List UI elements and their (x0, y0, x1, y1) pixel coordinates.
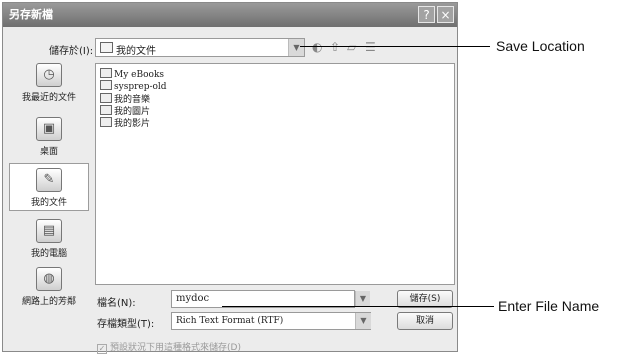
save-location-annotation: Save Location (496, 38, 585, 54)
place-recent[interactable]: ◷ 我最近的文件 (9, 63, 89, 113)
save-in-value: 我的文件 (116, 46, 156, 57)
close-button[interactable]: × (437, 6, 454, 23)
chevron-down-icon[interactable]: ▼ (355, 313, 371, 329)
save-location-callout-line (300, 46, 490, 47)
network-icon: ◍ (36, 267, 62, 291)
default-format-checkbox: ✓ 預設狀況下用這種格式來儲存(D) (97, 343, 241, 354)
desktop-icon: ▣ (36, 117, 62, 141)
place-label: 我的電腦 (30, 249, 67, 259)
pictures-folder-icon (100, 105, 112, 115)
filename-callout-line (222, 306, 494, 307)
list-item[interactable]: 我的音樂 (100, 92, 150, 105)
music-folder-icon (100, 93, 112, 103)
place-my-computer[interactable]: ▤ 我的電腦 (9, 219, 89, 265)
list-item[interactable]: 我的圖片 (100, 104, 150, 117)
place-label: 桌面 (39, 147, 58, 157)
list-item[interactable]: sysprep-old (100, 80, 167, 92)
enter-file-name-annotation: Enter File Name (498, 298, 600, 314)
save-in-dropdown[interactable]: 我的文件 ▼ (95, 38, 305, 57)
folder-icon (100, 42, 113, 53)
places-bar: ◷ 我最近的文件 ▣ 桌面 ✎ 我的文件 ▤ 我的電腦 ◍ 網路上的芳鄰 (9, 63, 89, 333)
checkmark-icon: ✓ (97, 344, 107, 354)
help-button[interactable]: ? (418, 6, 435, 23)
save-in-label: 儲存於(I): (49, 46, 94, 57)
place-my-documents[interactable]: ✎ 我的文件 (9, 163, 89, 211)
save-as-dialog: 另存新檔 ? × 儲存於(I): 我的文件 ▼ ◐ ⇧ ▱ ☰ ◷ 我最近的文件… (2, 2, 458, 354)
list-item[interactable]: 我的影片 (100, 116, 150, 129)
new-folder-icon[interactable]: ▱ (347, 40, 356, 54)
folder-icon (100, 80, 112, 90)
list-item[interactable]: My eBooks (100, 68, 164, 80)
place-label: 我最近的文件 (21, 93, 76, 103)
chevron-down-icon[interactable]: ▼ (355, 291, 370, 307)
filetype-label: 存檔類型(T): (97, 319, 155, 330)
file-list[interactable]: My eBooks sysprep-old 我的音樂 我的圖片 我的影片 (95, 63, 455, 285)
views-menu-icon[interactable]: ☰ (365, 40, 376, 54)
up-folder-icon[interactable]: ⇧ (330, 40, 340, 54)
place-network[interactable]: ◍ 網路上的芳鄰 (9, 267, 89, 313)
chevron-down-icon[interactable]: ▼ (288, 39, 304, 56)
recent-documents-icon: ◷ (36, 63, 62, 87)
dialog-title: 另存新檔 (3, 3, 457, 27)
folder-icon (100, 68, 112, 78)
back-icon[interactable]: ◐ (312, 40, 322, 54)
my-computer-icon: ▤ (36, 219, 62, 243)
my-documents-icon: ✎ (36, 168, 62, 192)
place-desktop[interactable]: ▣ 桌面 (9, 117, 89, 163)
filename-label: 檔名(N): (97, 298, 136, 309)
videos-folder-icon (100, 117, 112, 127)
cancel-button[interactable]: 取消 (397, 312, 453, 330)
place-label: 網路上的芳鄰 (21, 297, 76, 307)
place-label: 我的文件 (30, 198, 67, 208)
filetype-select[interactable]: Rich Text Format (RTF) (171, 312, 371, 330)
